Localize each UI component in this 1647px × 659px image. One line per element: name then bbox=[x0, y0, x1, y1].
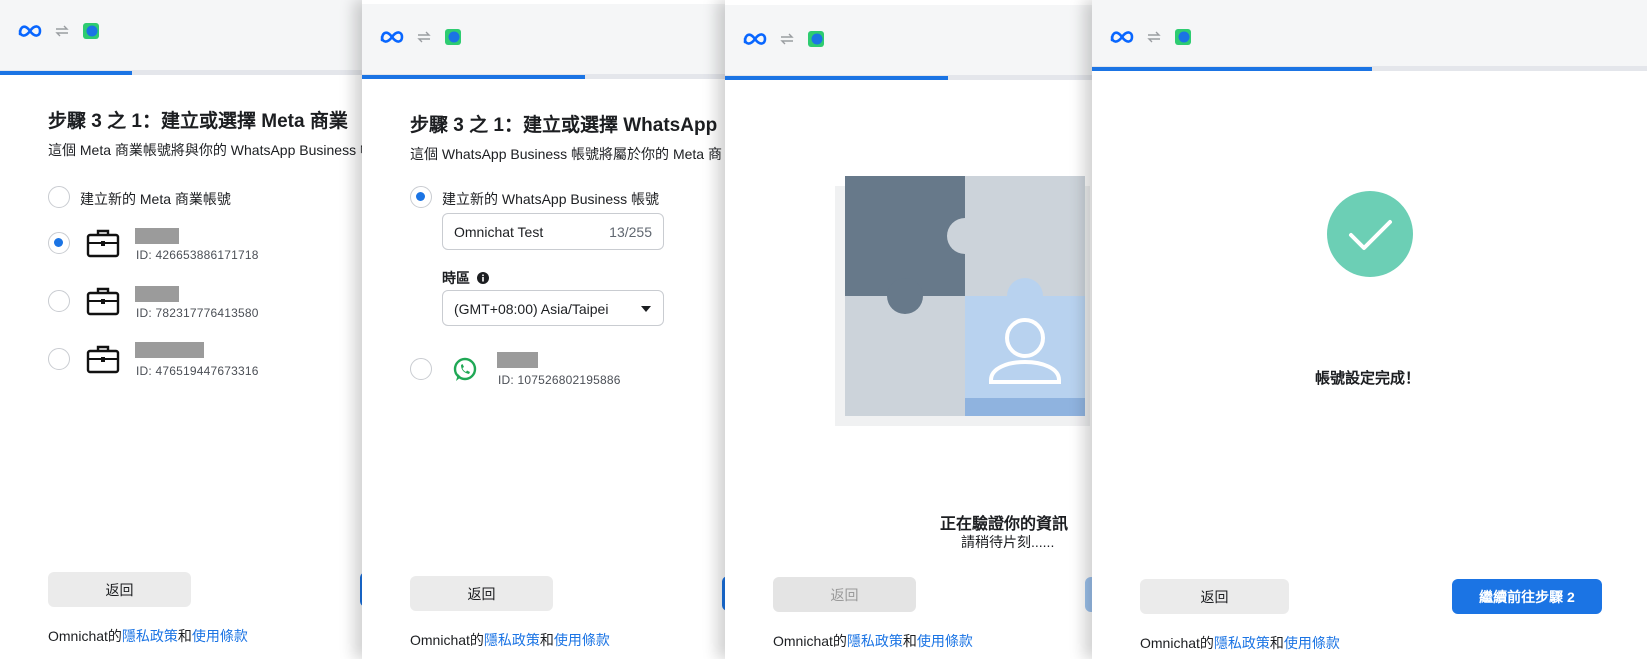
checkmark-icon bbox=[1327, 191, 1413, 277]
account-id: ID: 476519447673316 bbox=[136, 364, 259, 378]
verifying-subtitle: 請稍待片刻...... bbox=[961, 534, 1055, 550]
redacted-account-name bbox=[497, 352, 538, 368]
meta-logo-icon bbox=[743, 31, 767, 52]
progress-fill bbox=[1092, 67, 1372, 71]
sync-arrows-icon bbox=[54, 24, 70, 43]
privacy-policy-link[interactable]: 隱私政策 bbox=[122, 628, 178, 644]
privacy-policy-link[interactable]: 隱私政策 bbox=[847, 633, 903, 649]
radio-account-1[interactable] bbox=[48, 232, 70, 254]
verifying-title: 正在驗證你的資訊 bbox=[940, 516, 1069, 533]
privacy-policy-link[interactable]: 隱私政策 bbox=[484, 632, 540, 648]
footer-links: Omnichat的隱私政策和使用條款 bbox=[1140, 633, 1340, 653]
page-subtitle: 這個 WhatsApp Business 帳號將屬於你的 Meta 商 bbox=[410, 146, 722, 162]
panel-setup-complete: 帳號設定完成！ 返回 繼續前往步驟 2 Omnichat的隱私政策和使用條款 bbox=[1092, 0, 1647, 659]
page-title: 步驟 3 之 1：建立或選擇 WhatsApp bbox=[410, 115, 718, 136]
meta-logo-icon bbox=[380, 29, 404, 50]
info-icon bbox=[476, 272, 489, 284]
radio-account-3[interactable] bbox=[48, 348, 70, 370]
back-button[interactable]: 返回 bbox=[1140, 579, 1289, 614]
briefcase-icon bbox=[86, 345, 120, 374]
account-id: ID: 107526802195886 bbox=[498, 373, 621, 387]
privacy-policy-link[interactable]: 隱私政策 bbox=[1214, 635, 1270, 651]
progress-fill bbox=[725, 76, 948, 80]
caret-down-icon bbox=[641, 306, 651, 312]
footer-prefix: Omnichat的 bbox=[410, 632, 484, 648]
briefcase-icon bbox=[86, 229, 120, 258]
page-title: 步驟 3 之 1：建立或選擇 Meta 商業 bbox=[48, 111, 348, 132]
footer-and: 和 bbox=[539, 632, 554, 648]
footer-links: Omnichat的隱私政策和使用條款 bbox=[48, 626, 248, 646]
back-button[interactable]: 返回 bbox=[773, 577, 916, 612]
footer-links: Omnichat的隱私政策和使用條款 bbox=[773, 631, 973, 651]
puzzle-illustration bbox=[835, 176, 1090, 426]
account-id: ID: 426653886171718 bbox=[136, 248, 259, 262]
dialog-header bbox=[0, 0, 380, 71]
back-button[interactable]: 返回 bbox=[48, 572, 191, 607]
progress-bar bbox=[362, 75, 740, 79]
omnichat-logo-icon bbox=[82, 22, 100, 45]
redacted-account-name bbox=[135, 342, 204, 358]
radio-account-2[interactable] bbox=[48, 290, 70, 312]
option-create-new-label: 建立新的 WhatsApp Business 帳號 bbox=[442, 191, 660, 207]
continue-step2-button[interactable]: 繼續前往步驟 2 bbox=[1452, 579, 1602, 614]
footer-prefix: Omnichat的 bbox=[773, 633, 847, 649]
footer-prefix: Omnichat的 bbox=[48, 628, 122, 644]
dialog-header bbox=[362, 4, 740, 75]
dialog-header bbox=[1092, 0, 1647, 67]
omnichat-logo-icon bbox=[807, 30, 825, 53]
redacted-account-name bbox=[135, 228, 179, 244]
panel-step1-whatsapp-account: 步驟 3 之 1：建立或選擇 WhatsApp 這個 WhatsApp Busi… bbox=[362, 0, 740, 659]
whatsapp-icon bbox=[453, 357, 477, 381]
sync-arrows-icon bbox=[416, 30, 432, 49]
radio-create-new-whatsapp[interactable] bbox=[410, 186, 432, 208]
setup-complete-text: 帳號設定完成！ bbox=[1315, 370, 1421, 387]
radio-existing-whatsapp[interactable] bbox=[410, 358, 432, 380]
account-id: ID: 782317776413580 bbox=[136, 306, 259, 320]
omnichat-logo-icon bbox=[1174, 28, 1192, 51]
terms-link[interactable]: 使用條款 bbox=[554, 632, 610, 648]
terms-link[interactable]: 使用條款 bbox=[1284, 635, 1340, 651]
char-counter: 13/255 bbox=[609, 224, 652, 240]
dialog-header bbox=[725, 5, 1095, 76]
footer-and: 和 bbox=[902, 633, 917, 649]
omnichat-logo-icon bbox=[444, 28, 462, 51]
terms-link[interactable]: 使用條款 bbox=[917, 633, 973, 649]
radio-create-new-business[interactable] bbox=[48, 186, 70, 208]
progress-bar bbox=[1092, 67, 1647, 71]
footer-links: Omnichat的隱私政策和使用條款 bbox=[410, 630, 610, 650]
progress-bar bbox=[725, 76, 1095, 80]
briefcase-icon bbox=[86, 287, 120, 316]
footer-prefix: Omnichat的 bbox=[1140, 635, 1214, 651]
terms-link[interactable]: 使用條款 bbox=[192, 628, 248, 644]
panel-verifying: 正在驗證你的資訊 請稍待片刻...... 返回 Omnichat的隱私政策和使用… bbox=[725, 0, 1095, 659]
back-button[interactable]: 返回 bbox=[410, 576, 553, 611]
footer-and: 和 bbox=[1269, 635, 1284, 651]
page-subtitle: 這個 Meta 商業帳號將與你的 WhatsApp Business 帳 bbox=[48, 142, 374, 158]
footer-and: 和 bbox=[177, 628, 192, 644]
option-create-new-label: 建立新的 Meta 商業帳號 bbox=[80, 191, 231, 207]
sync-arrows-icon bbox=[1146, 30, 1162, 49]
panel-step1-meta-business: 步驟 3 之 1：建立或選擇 Meta 商業 這個 Meta 商業帳號將與你的 … bbox=[0, 0, 380, 659]
meta-logo-icon bbox=[1110, 29, 1134, 50]
timezone-value: (GMT+08:00) Asia/Taipei bbox=[454, 301, 609, 317]
timezone-label: 時區 bbox=[442, 268, 489, 288]
progress-fill bbox=[0, 71, 132, 75]
sync-arrows-icon bbox=[779, 32, 795, 51]
progress-fill bbox=[362, 75, 585, 79]
timezone-select[interactable]: (GMT+08:00) Asia/Taipei bbox=[442, 290, 664, 326]
account-name-value: Omnichat Test bbox=[454, 224, 544, 240]
account-name-input[interactable]: Omnichat Test 13/255 bbox=[442, 213, 664, 250]
meta-logo-icon bbox=[18, 23, 42, 44]
redacted-account-name bbox=[135, 286, 179, 302]
progress-bar bbox=[0, 71, 380, 75]
